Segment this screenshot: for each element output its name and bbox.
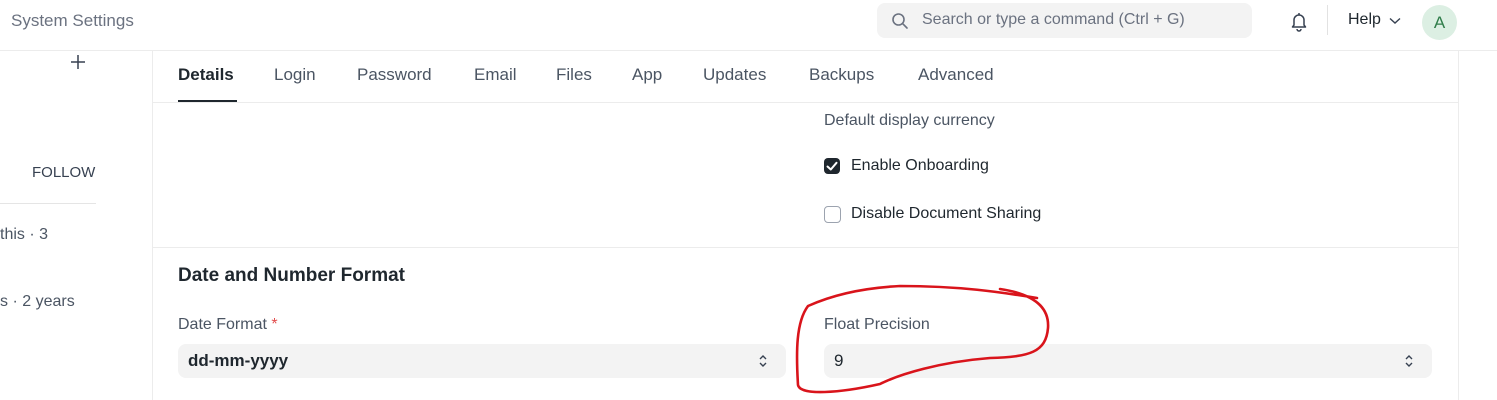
- follow-button[interactable]: FOLLOW: [32, 164, 95, 181]
- activity-item: this · 3: [0, 226, 49, 243]
- add-icon[interactable]: [68, 52, 88, 72]
- sidebar-divider: [0, 203, 96, 204]
- float-precision-value: 9: [834, 351, 844, 370]
- tab-advanced[interactable]: Advanced: [918, 65, 994, 85]
- tab-login[interactable]: Login: [274, 65, 316, 85]
- settings-form-card: Details Login Password Email Files App U…: [152, 51, 1459, 400]
- navbar-divider: [1327, 5, 1328, 35]
- active-tab-indicator: [178, 100, 237, 102]
- tab-updates[interactable]: Updates: [703, 65, 766, 85]
- chevron-down-icon[interactable]: [1389, 17, 1401, 25]
- search-bar[interactable]: Search or type a command (Ctrl + G): [877, 3, 1252, 38]
- tab-details[interactable]: Details: [178, 65, 234, 85]
- tab-backups[interactable]: Backups: [809, 65, 874, 85]
- tab-files[interactable]: Files: [556, 65, 592, 85]
- default-currency-label: Default display currency: [824, 112, 995, 129]
- activity-item: s · 2 years: [0, 293, 75, 310]
- select-arrows-icon: [759, 355, 767, 367]
- disable-document-sharing-checkbox[interactable]: [824, 206, 841, 223]
- search-icon: [892, 13, 908, 29]
- float-precision-select[interactable]: 9: [824, 344, 1432, 378]
- enable-onboarding-checkbox[interactable]: [824, 158, 840, 174]
- date-format-label-text: Date Format: [178, 316, 267, 333]
- tab-bar: Details Login Password Email Files App U…: [153, 51, 1458, 103]
- tab-email[interactable]: Email: [474, 65, 517, 85]
- checkmark-icon: [826, 161, 838, 171]
- user-avatar[interactable]: A: [1422, 5, 1457, 40]
- select-arrows-icon: [1405, 355, 1413, 367]
- date-format-label: Date Format *: [178, 316, 278, 334]
- section-title: Date and Number Format: [178, 265, 405, 286]
- help-menu-button[interactable]: Help: [1348, 11, 1381, 29]
- notification-bell-icon[interactable]: [1288, 10, 1310, 32]
- float-precision-label: Float Precision: [824, 316, 930, 333]
- enable-onboarding-label[interactable]: Enable Onboarding: [851, 157, 989, 175]
- search-input[interactable]: Search or type a command (Ctrl + G): [922, 11, 1185, 29]
- tab-app[interactable]: App: [632, 65, 662, 85]
- top-navbar: System Settings Search or type a command…: [0, 0, 1497, 51]
- required-marker: *: [271, 316, 278, 333]
- section-divider: [153, 247, 1458, 248]
- date-format-value: dd-mm-yyyy: [188, 351, 289, 370]
- tab-password[interactable]: Password: [357, 65, 432, 85]
- page-title: System Settings: [11, 11, 134, 30]
- disable-document-sharing-label[interactable]: Disable Document Sharing: [851, 205, 1041, 223]
- date-format-select[interactable]: dd-mm-yyyy: [178, 344, 786, 378]
